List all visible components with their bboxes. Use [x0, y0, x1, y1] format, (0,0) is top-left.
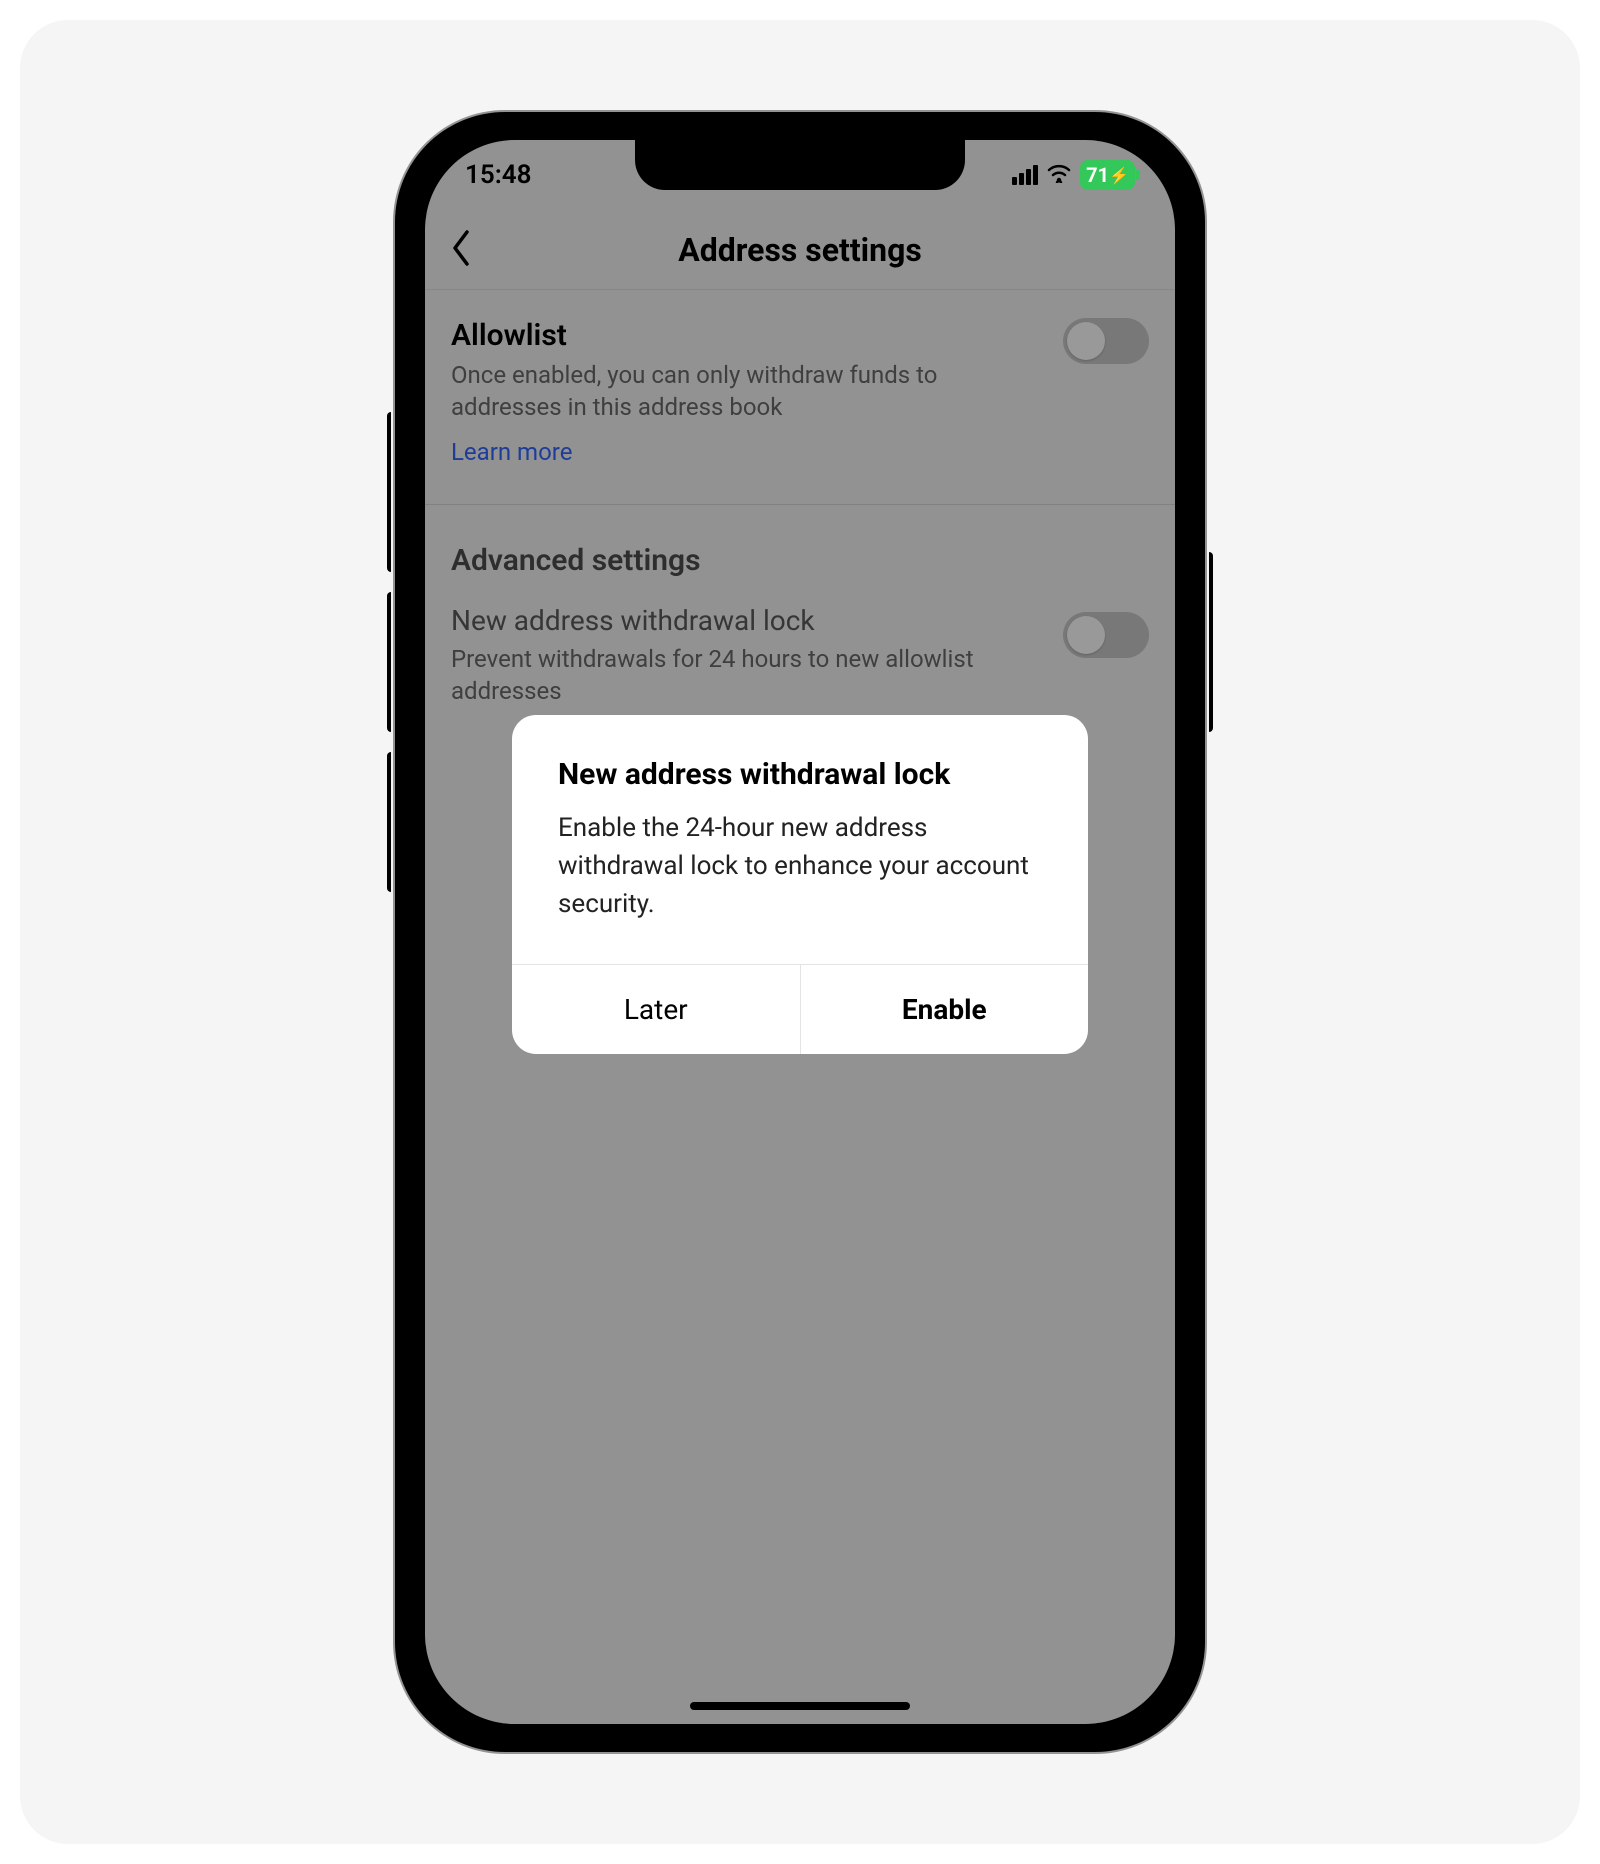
cellular-icon — [1012, 165, 1038, 185]
notch — [635, 140, 965, 190]
dialog-text: Enable the 24-hour new address withdrawa… — [558, 810, 1042, 923]
screen: 15:48 71⚡ Address settings — [425, 140, 1175, 1724]
dialog: New address withdrawal lock Enable the 2… — [512, 715, 1088, 1053]
battery-indicator: 71⚡ — [1080, 160, 1135, 190]
enable-button[interactable]: Enable — [801, 965, 1089, 1054]
status-time: 15:48 — [465, 160, 532, 190]
later-button[interactable]: Later — [512, 965, 801, 1054]
phone-frame: 15:48 71⚡ Address settings — [395, 112, 1205, 1752]
home-indicator[interactable] — [690, 1702, 910, 1710]
charging-icon: ⚡ — [1109, 166, 1129, 185]
wifi-icon — [1046, 161, 1072, 189]
dialog-title: New address withdrawal lock — [558, 757, 1042, 792]
